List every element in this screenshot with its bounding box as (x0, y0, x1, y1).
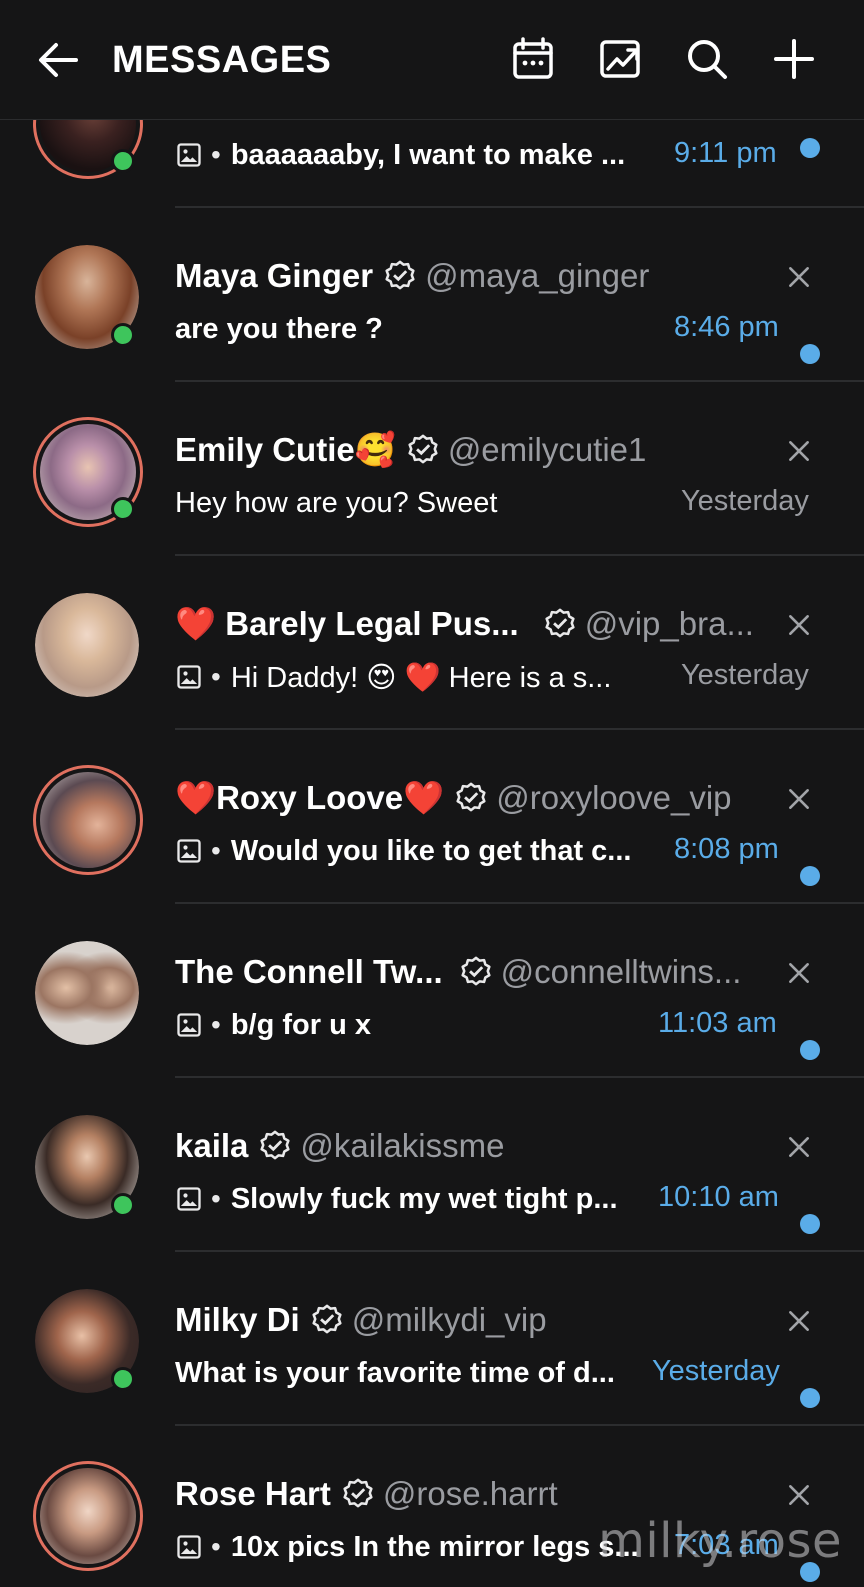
message-time: 9:11 pm (674, 137, 777, 169)
contact-handle: @rose.harrt (382, 1475, 558, 1512)
page-title: MESSAGES (112, 39, 332, 81)
avatar (33, 243, 141, 351)
conversation-row[interactable]: kaila @kailakissme • Slowly fuck my wet … (0, 1078, 864, 1252)
conversation-row[interactable]: Maya Ginger @maya_ginger are you there ?… (0, 208, 864, 382)
contact-handle: @milkydi_vip (351, 1301, 547, 1338)
close-icon[interactable] (786, 612, 812, 638)
conversation-row[interactable]: Emily Cutie🥰 @emilycutie1 Hey how are yo… (0, 382, 864, 556)
message-time: Yesterday (681, 659, 809, 691)
message-time: 8:08 pm (674, 833, 779, 865)
message-text: Slowly fuck my wet tight p... (230, 1182, 618, 1215)
verified-badge-icon (408, 434, 438, 464)
verified-badge-icon (343, 1478, 373, 1508)
conversation-row[interactable]: ❤️ Barely Legal Pus... @vip_bra... • Hi … (0, 556, 864, 730)
contact-name: The Connell Tw... (175, 953, 443, 990)
online-indicator (111, 1193, 135, 1217)
arrow-left-icon[interactable] (36, 40, 80, 80)
contact-name: Rose Hart (175, 1475, 331, 1512)
unread-indicator (800, 1388, 820, 1408)
unread-indicator (800, 866, 820, 886)
verified-badge-icon (545, 608, 575, 638)
contact-handle: @vip_bra... (584, 605, 754, 642)
conversation-row[interactable]: ❤️Roxy Loove❤️ @roxyloove_vip • Would yo… (0, 730, 864, 904)
message-time: Yesterday (652, 1355, 780, 1387)
contact-handle: @emilycutie1 (447, 431, 647, 468)
contact-name: Milky Di (175, 1301, 300, 1338)
verified-badge-icon (461, 956, 491, 986)
verified-badge-icon (312, 1304, 342, 1334)
message-text: Would you like to get that c... (230, 834, 632, 867)
contact-handle: @maya_ginger (425, 257, 650, 294)
avatar (33, 939, 141, 1047)
contact-name: kaila (175, 1127, 249, 1164)
contact-handle: @roxyloove_vip (496, 779, 732, 816)
avatar (33, 1113, 141, 1221)
close-icon[interactable] (786, 1482, 812, 1508)
verified-badge-icon (456, 782, 486, 812)
message-text: b/g for u x (230, 1008, 371, 1041)
online-indicator (111, 1367, 135, 1391)
unread-indicator (800, 1040, 820, 1060)
avatar (33, 591, 141, 699)
unread-indicator (800, 1214, 820, 1234)
contact-handle: @connelltwins... (500, 953, 742, 990)
image-icon (177, 1013, 201, 1037)
contact-name: ❤️Roxy Loove❤️ (175, 778, 445, 816)
search-icon[interactable] (684, 36, 730, 82)
unread-indicator (800, 138, 820, 158)
unread-indicator (800, 344, 820, 364)
message-text: 10x pics In the mirror legs s... (230, 1530, 639, 1563)
message-text: Hi Daddy! 😍 ❤️ Here is a s... (230, 661, 612, 694)
close-icon[interactable] (786, 1134, 812, 1160)
close-icon[interactable] (786, 786, 812, 812)
message-text: baaaaaaby, I want to make ... (230, 138, 626, 171)
watermark: milky.rose (598, 1513, 842, 1569)
image-icon (177, 1535, 201, 1559)
close-icon[interactable] (786, 438, 812, 464)
close-icon[interactable] (786, 1308, 812, 1334)
message-time: Yesterday (681, 485, 809, 517)
verified-badge-icon (260, 1130, 290, 1160)
online-indicator (111, 323, 135, 347)
avatar (33, 765, 143, 875)
contact-name: ❤️ Barely Legal Pus... (175, 604, 519, 642)
plus-icon[interactable] (771, 36, 817, 82)
top-app-bar: MESSAGES (0, 0, 864, 120)
message-time: 8:46 pm (674, 311, 779, 343)
message-time: 11:03 am (658, 1007, 777, 1039)
image-icon (177, 1187, 201, 1211)
message-text: Hey how are you? Sweet (175, 486, 498, 519)
image-icon (177, 665, 201, 689)
close-icon[interactable] (786, 264, 812, 290)
message-time: 10:10 am (658, 1181, 779, 1213)
conversation-row[interactable]: The Connell Tw... @connelltwins... • b/g… (0, 904, 864, 1078)
message-text: What is your favorite time of d... (175, 1356, 615, 1389)
image-icon (177, 143, 201, 167)
verified-badge-icon (385, 260, 415, 290)
close-icon[interactable] (786, 960, 812, 986)
contact-name: Emily Cutie🥰 (175, 430, 396, 468)
message-text: are you there ? (175, 312, 383, 345)
online-indicator (111, 497, 135, 521)
contact-name: Maya Ginger (175, 257, 374, 294)
online-indicator (111, 149, 135, 173)
avatar (33, 417, 143, 527)
calendar-icon[interactable] (510, 36, 556, 82)
image-icon (177, 839, 201, 863)
conversation-list: • baaaaaaby, I want to make ... 9:11 pm … (0, 0, 864, 1587)
conversation-row[interactable]: Milky Di @milkydi_vip What is your favor… (0, 1252, 864, 1426)
avatar (33, 1461, 143, 1571)
messages-screen: • baaaaaaby, I want to make ... 9:11 pm … (0, 0, 864, 1587)
contact-handle: @kailakissme (300, 1127, 505, 1164)
image-chart-icon[interactable] (598, 36, 644, 82)
avatar (33, 1287, 141, 1395)
